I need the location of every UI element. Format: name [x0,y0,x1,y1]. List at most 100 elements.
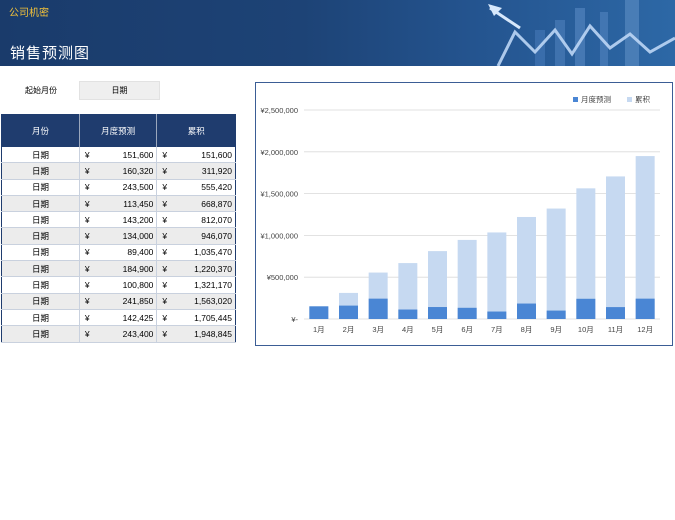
cell-month[interactable]: 日期 [1,211,80,229]
monthly-value: 89,400 [127,247,154,258]
table-row: 日期 ¥113,450 ¥668,870 [1,195,236,213]
table-row: 日期 ¥143,200 ¥812,070 [1,211,236,229]
cell-cumulative[interactable]: ¥1,321,170 [156,276,236,294]
table-row: 日期 ¥134,000 ¥946,070 [1,227,236,245]
bar-cumulative [487,232,507,319]
bar-cumulative [635,156,655,319]
cumulative-value: 1,948,845 [194,328,232,339]
table-row: 日期 ¥243,400 ¥1,948,845 [1,325,236,343]
cell-monthly-forecast[interactable]: ¥100,800 [79,276,158,294]
currency-symbol: ¥ [162,231,168,242]
x-tick-label: 9月 [550,325,562,334]
cell-monthly-forecast[interactable]: ¥143,200 [79,211,158,229]
cell-month[interactable]: 日期 [1,195,80,213]
cell-month[interactable]: 日期 [1,179,80,196]
currency-symbol: ¥ [162,280,168,291]
x-tick-label: 12月 [637,325,653,334]
monthly-value: 241,850 [122,296,154,307]
cell-monthly-forecast[interactable]: ¥184,900 [79,260,158,278]
cell-month[interactable]: 日期 [1,162,80,180]
cell-monthly-forecast[interactable]: ¥243,400 [79,325,158,343]
cell-month[interactable]: 日期 [1,293,80,310]
monthly-value: 143,200 [122,214,154,225]
currency-symbol: ¥ [84,296,90,307]
y-tick-label: ¥1,000,000 [260,231,298,240]
cell-month[interactable]: 日期 [1,227,80,245]
currency-symbol: ¥ [84,198,90,209]
y-tick-label: ¥- [291,315,298,324]
currency-symbol: ¥ [84,280,90,291]
cell-monthly-forecast[interactable]: ¥151,600 [79,147,158,164]
y-tick-label: ¥2,000,000 [260,148,298,157]
x-tick-label: 2月 [343,325,355,334]
cumulative-value: 812,070 [201,214,232,225]
sales-forecast-chart[interactable]: 月度预测 累积 ¥- ¥500,000 ¥1,000,000 ¥1,500,000 ¥2… [255,82,673,346]
currency-symbol: ¥ [84,165,90,176]
cell-month[interactable]: 日期 [1,147,80,164]
cell-cumulative[interactable]: ¥812,070 [156,211,236,229]
cell-monthly-forecast[interactable]: ¥134,000 [79,227,158,245]
header-monthly-forecast[interactable]: 月度预测 [78,114,157,147]
currency-symbol: ¥ [162,263,168,274]
cell-cumulative[interactable]: ¥946,070 [156,227,236,245]
table-row: 日期 ¥243,500 ¥555,420 [1,179,236,196]
bar-cumulative [546,208,566,319]
x-tick-label: 5月 [432,325,444,334]
cell-cumulative[interactable]: ¥311,920 [156,162,236,180]
cell-monthly-forecast[interactable]: ¥241,850 [79,293,158,310]
monthly-value: 134,000 [122,231,154,242]
header-month[interactable]: 月份 [1,114,80,147]
x-tick-label: 3月 [372,325,384,334]
cell-monthly-forecast[interactable]: ¥89,400 [79,244,158,262]
currency-symbol: ¥ [84,247,90,258]
table-row: 日期 ¥142,425 ¥1,705,445 [1,309,236,327]
start-month-label: 起始月份 [25,86,57,95]
cumulative-value: 1,705,445 [194,312,232,323]
cumulative-value: 946,070 [201,231,232,242]
monthly-value: 113,450 [123,198,154,209]
cell-monthly-forecast[interactable]: ¥142,425 [79,309,158,327]
bar-monthly [576,298,596,319]
table-row: 日期 ¥160,320 ¥311,920 [1,162,236,180]
cell-cumulative[interactable]: ¥1,220,370 [156,260,236,278]
cumulative-value: 1,035,470 [194,247,232,258]
cumulative-value: 311,920 [201,165,232,176]
cell-cumulative[interactable]: ¥668,870 [156,195,236,213]
currency-symbol: ¥ [84,231,90,242]
cell-monthly-forecast[interactable]: ¥113,450 [79,195,158,213]
bar-cumulative [457,239,477,319]
cell-cumulative[interactable]: ¥151,600 [156,147,236,164]
cell-month[interactable]: 日期 [1,276,80,294]
table-row: 日期 ¥184,900 ¥1,220,370 [1,260,236,278]
cell-month[interactable]: 日期 [1,325,80,343]
cumulative-value: 1,220,370 [194,263,232,274]
cell-month[interactable]: 日期 [1,260,80,278]
page-title: 销售预测图 [10,45,91,62]
currency-symbol: ¥ [162,198,168,209]
cell-monthly-forecast[interactable]: ¥160,320 [79,162,158,180]
y-tick-label: ¥2,500,000 [260,106,298,115]
x-tick-label: 8月 [521,325,533,334]
monthly-value: 151,600 [122,149,154,160]
currency-symbol: ¥ [84,263,90,274]
cell-monthly-forecast[interactable]: ¥243,500 [79,179,158,196]
trend-arrow-icon [488,0,675,66]
table-row: 日期 ¥241,850 ¥1,563,020 [1,293,236,310]
cell-cumulative[interactable]: ¥1,035,470 [156,244,236,262]
cell-cumulative[interactable]: ¥555,420 [156,179,236,196]
cell-month[interactable]: 日期 [1,309,80,327]
table-header-row: 月份 月度预测 累积 [1,114,236,147]
y-tick-label: ¥500,000 [267,273,298,282]
header-banner: 公司机密 销售预测图 [0,0,675,66]
table-row: 日期 ¥89,400 ¥1,035,470 [1,244,236,262]
bar-monthly [428,307,447,319]
cell-cumulative[interactable]: ¥1,705,445 [156,309,236,327]
bar-monthly [546,310,566,319]
x-tick-label: 4月 [402,325,414,334]
cell-month[interactable]: 日期 [1,244,80,262]
header-cumulative[interactable]: 累积 [156,114,236,147]
start-month-input[interactable]: 日期 [79,81,160,100]
cell-cumulative[interactable]: ¥1,948,845 [156,325,236,343]
cell-cumulative[interactable]: ¥1,563,020 [156,293,236,310]
currency-symbol: ¥ [84,182,90,193]
